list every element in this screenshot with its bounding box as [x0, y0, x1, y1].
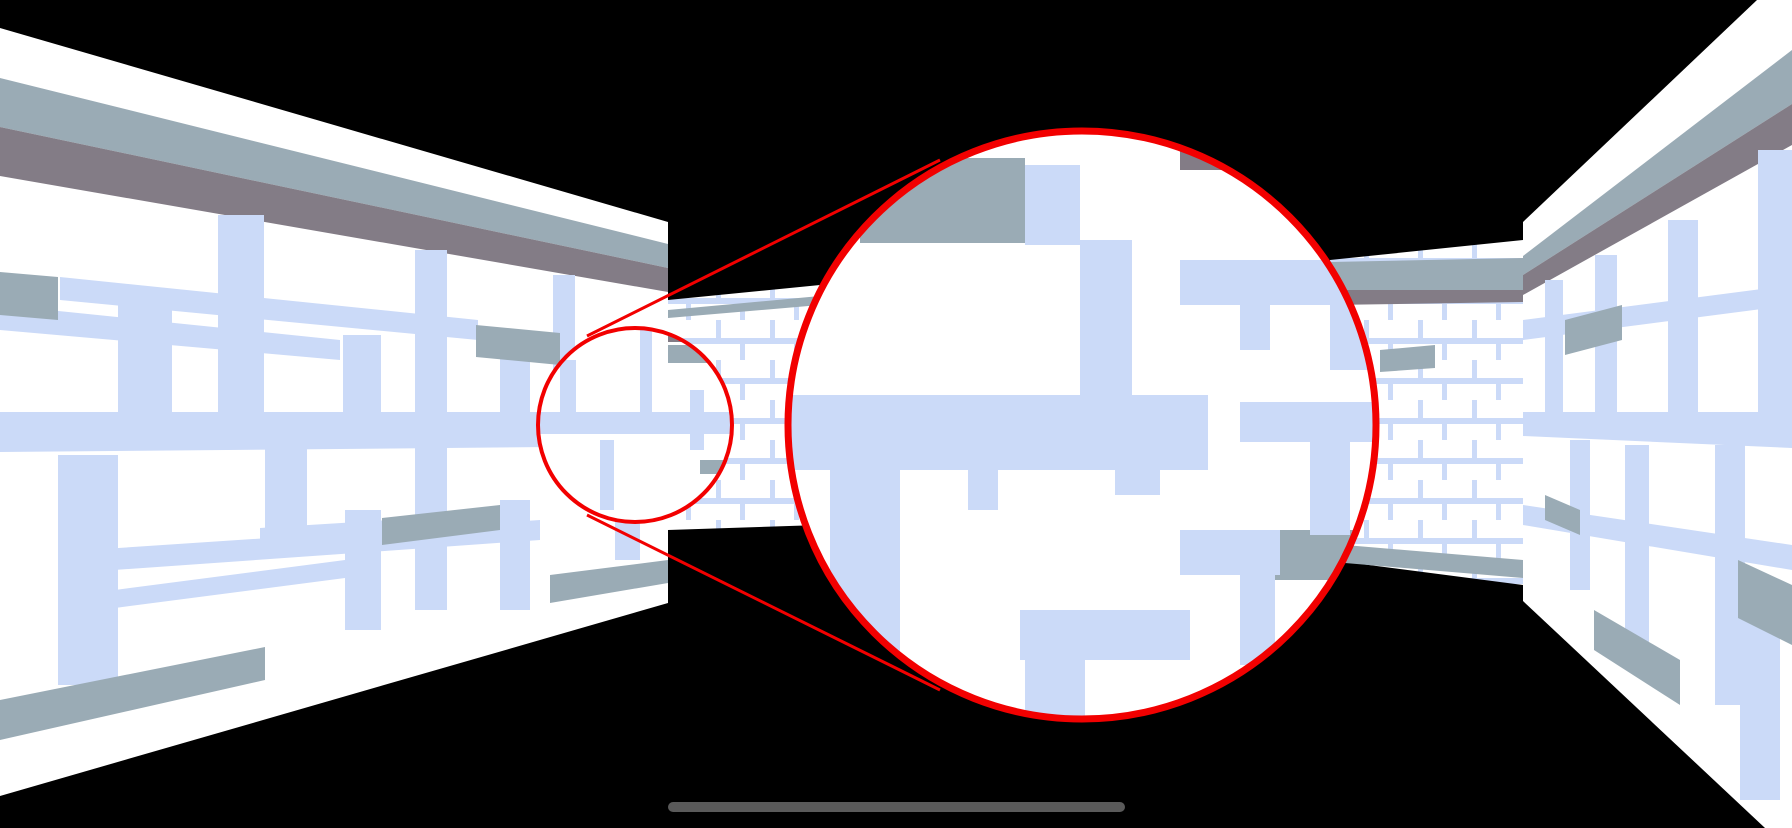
maze-view	[0, 0, 1792, 828]
magnifier-zoom-lens	[784, 127, 1380, 723]
home-indicator-bar[interactable]	[668, 802, 1125, 812]
